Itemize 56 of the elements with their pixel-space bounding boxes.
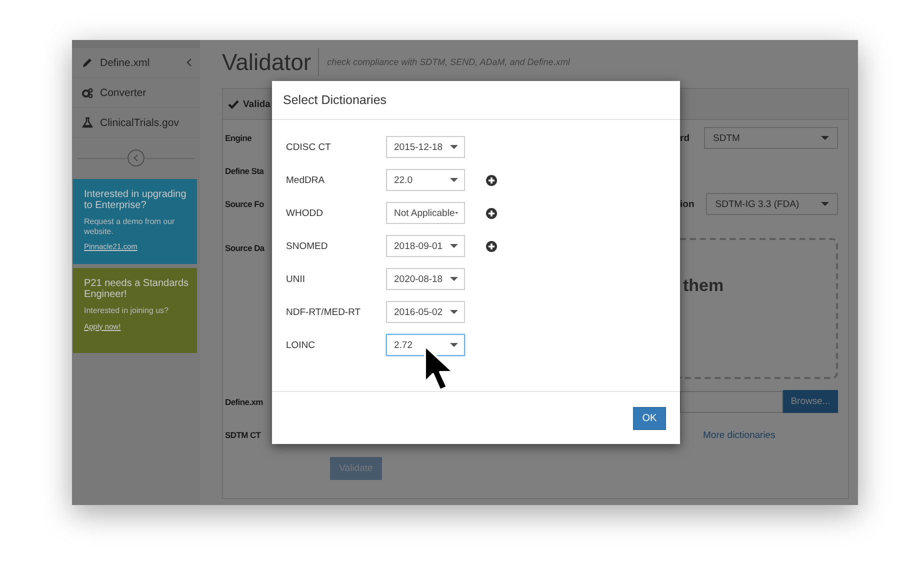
browse-button[interactable]: Browse... — [783, 390, 838, 413]
dictionary-label: CDISC CT — [286, 142, 332, 152]
flask-icon — [82, 117, 93, 128]
dictionary-select[interactable]: 22.0 — [386, 169, 465, 191]
dictionary-select[interactable]: 2015-12-18 — [386, 136, 465, 158]
field-label: Engine — [225, 133, 252, 143]
panel-tab[interactable]: Valida — [228, 98, 270, 110]
drop-zone-text: them — [683, 276, 724, 295]
caret-icon — [450, 178, 458, 182]
dictionary-label: NDF-RT/MED-RT — [286, 306, 362, 318]
select-field[interactable]: SDTM — [704, 127, 838, 149]
pencil-icon — [82, 57, 93, 68]
add-icon[interactable] — [486, 208, 497, 218]
caret-icon — [450, 145, 458, 149]
caret-icon — [450, 310, 458, 314]
dictionary-select[interactable]: 2020-08-18 — [386, 268, 465, 290]
dictionary-label: UNII — [286, 274, 306, 284]
sidebar-item[interactable]: Converter — [72, 78, 200, 108]
field-label: Define Sta — [225, 166, 264, 176]
promo-text: Interested in joining us? — [84, 306, 170, 316]
field-label: Define.xm — [225, 396, 263, 406]
field-label: rd — [680, 132, 690, 144]
dictionary-label: MedDRA — [286, 174, 326, 186]
caret-icon — [821, 136, 829, 140]
select-field[interactable]: SDTM-IG 3.3 (FDA) — [706, 193, 838, 215]
dictionary-select[interactable]: 2018-09-01 — [386, 235, 465, 257]
check-icon — [228, 100, 239, 108]
dictionary-label: SNOMED — [286, 240, 329, 252]
add-icon[interactable] — [486, 240, 497, 252]
field-label: SDTM CT — [225, 430, 261, 440]
dictionary-label: WHODD — [286, 208, 324, 218]
caret-icon — [450, 277, 458, 281]
sidebar-item[interactable]: Define.xml — [72, 48, 200, 78]
promo-heading: P21 needs a Standards Engineer! — [84, 278, 189, 300]
dictionary-select[interactable]: Not Applicable — [386, 202, 465, 224]
file-field[interactable] — [680, 390, 783, 412]
more-dictionaries-link[interactable]: More dictionaries — [703, 430, 776, 440]
field-label: Source Da — [225, 243, 264, 253]
dialog-title: Select Dictionaries — [283, 93, 387, 107]
add-icon[interactable] — [486, 174, 497, 186]
promo-text: Request a demo from our website. — [84, 217, 176, 236]
promo-heading: Interested in upgrading to Enterprise? — [84, 189, 188, 211]
caret-icon — [450, 244, 458, 248]
ok-button[interactable]: OK — [633, 406, 666, 430]
dictionary-label: LOINC — [286, 340, 316, 350]
dictionary-select[interactable]: 2016-05-02 — [386, 301, 465, 323]
caret-icon — [454, 211, 458, 215]
chevron-icon[interactable] — [186, 58, 192, 67]
page-title: Validator — [222, 48, 320, 76]
dictionary-select[interactable]: 2.72 — [386, 334, 465, 356]
caret-icon — [450, 343, 458, 347]
field-label: ion — [680, 198, 694, 210]
gears-icon — [82, 88, 93, 98]
caret-icon — [821, 202, 829, 206]
page-subtitle: check compliance with SDTM, SEND, ADaM, and Define.xml — [327, 56, 570, 66]
field-label: Source Fo — [225, 199, 264, 209]
